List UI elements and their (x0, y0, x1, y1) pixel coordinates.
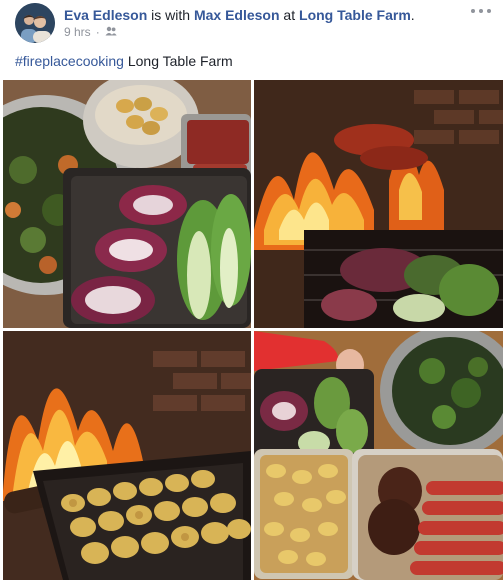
meta-separator: · (95, 25, 100, 39)
header-connector: is with (147, 7, 194, 23)
header-location-prefix: at (279, 7, 300, 23)
hashtag-link[interactable]: #fireplacecooking (15, 53, 124, 69)
post-timestamp[interactable]: 9 hrs (64, 25, 91, 39)
tagged-person-link[interactable]: Max Edleson (194, 7, 280, 23)
photo-fire-roasting-potatoes[interactable] (3, 331, 251, 580)
post-caption: #fireplacecooking Long Table Farm (15, 52, 233, 70)
author-avatar[interactable] (15, 3, 55, 43)
author-name-link[interactable]: Eva Edleson (64, 7, 147, 23)
post-meta: 9 hrs · (64, 25, 117, 39)
photo-vegetables-and-meat-prep[interactable] (3, 80, 251, 328)
photo-fireplace-grilling-vegetables[interactable] (254, 80, 503, 328)
friends-icon[interactable] (105, 25, 117, 39)
location-link[interactable]: Long Table Farm (299, 7, 411, 23)
header-period: . (410, 7, 415, 23)
post-header: Eva Edleson is with Max Edleson at Long … (64, 6, 415, 24)
caption-text: Long Table Farm (123, 53, 233, 69)
photo-cooked-dishes-on-table[interactable] (254, 331, 503, 580)
more-options-icon[interactable] (471, 4, 491, 18)
photo-grid (3, 80, 503, 580)
facebook-post: Eva Edleson is with Max Edleson at Long … (0, 0, 503, 580)
